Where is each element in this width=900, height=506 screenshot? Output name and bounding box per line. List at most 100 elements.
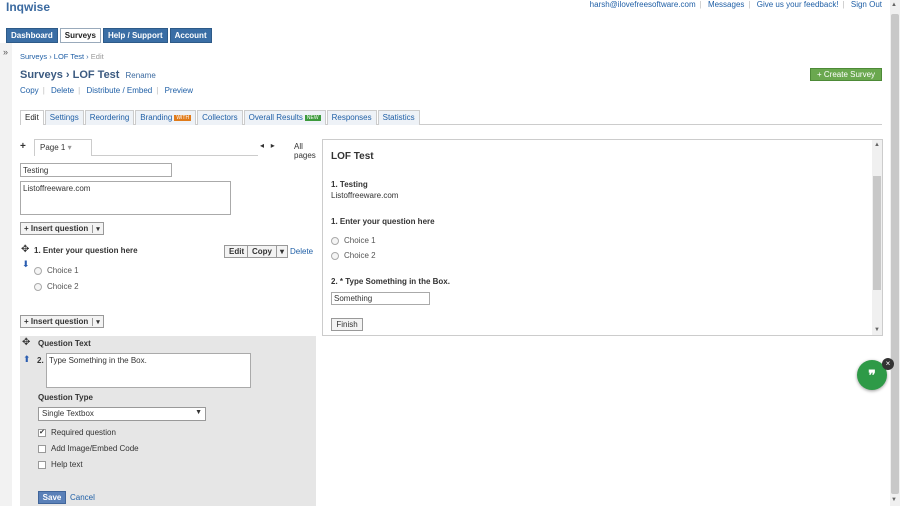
- rename-link[interactable]: Rename: [126, 71, 156, 80]
- insert-question-label: + Insert question: [24, 224, 89, 233]
- required-question-option[interactable]: ✔ Required question: [38, 428, 116, 437]
- insert-question-dropdown-icon[interactable]: ▾: [92, 225, 100, 233]
- tab-responses[interactable]: Responses: [326, 110, 377, 125]
- scroll-down-icon[interactable]: ▼: [874, 327, 880, 333]
- finish-button[interactable]: Finish: [331, 318, 363, 331]
- page-description-input[interactable]: Listoffreeware.com: [20, 181, 231, 215]
- move-icon[interactable]: ✥: [21, 244, 29, 255]
- insert-question-label: + Insert question: [24, 317, 89, 326]
- new-badge: NEW: [304, 114, 321, 121]
- collapse-icon[interactable]: »: [3, 47, 8, 57]
- required-question-label: Required question: [51, 428, 116, 437]
- radio-icon[interactable]: [331, 236, 339, 245]
- tab-branding[interactable]: Branding WITH: [135, 110, 197, 125]
- question-type-select[interactable]: Single Textbox ▼: [38, 407, 206, 421]
- arrow-down-icon[interactable]: ⬇: [22, 259, 30, 270]
- delete-question-link[interactable]: Delete: [290, 247, 313, 256]
- main-nav: Dashboard Surveys Help / Support Account: [6, 28, 214, 43]
- close-icon[interactable]: ×: [882, 358, 894, 370]
- checkbox-icon[interactable]: [38, 460, 46, 469]
- sign-out-link[interactable]: Sign Out: [851, 0, 882, 9]
- scroll-up-icon[interactable]: ▲: [891, 2, 897, 8]
- move-icon[interactable]: ✥: [22, 337, 30, 348]
- page-nav-arrows: ◂ ▸: [260, 141, 275, 150]
- nav-tab-dashboard[interactable]: Dashboard: [6, 28, 58, 43]
- all-pages-link[interactable]: All pages: [294, 142, 316, 160]
- prev-page-icon[interactable]: ◂: [260, 141, 264, 150]
- question-text-input[interactable]: Type Something in the Box.: [46, 353, 251, 388]
- tab-overall-results-label: Overall Results: [248, 113, 303, 122]
- tab-overall-results[interactable]: Overall Results NEW: [243, 110, 326, 125]
- checkbox-checked-icon[interactable]: ✔: [38, 428, 46, 437]
- choice-item: Choice 2: [34, 282, 79, 291]
- choice-label: Choice 2: [47, 282, 79, 291]
- breadcrumb-sep: ›: [49, 52, 52, 61]
- arrow-up-icon[interactable]: ⬆: [23, 354, 31, 365]
- separator: |: [78, 86, 81, 95]
- messages-link[interactable]: Messages: [708, 0, 744, 9]
- preview-link[interactable]: Preview: [165, 86, 193, 95]
- breadcrumb: Surveys › LOF Test › Edit: [20, 52, 104, 61]
- feedback-link[interactable]: Give us your feedback!: [757, 0, 839, 9]
- logo[interactable]: Inqwise: [6, 0, 50, 14]
- preview-choice-label: Choice 1: [344, 236, 376, 245]
- insert-question-button[interactable]: + Insert question ▾: [20, 315, 104, 328]
- radio-icon[interactable]: [34, 282, 42, 291]
- distribute-embed-link[interactable]: Distribute / Embed: [86, 86, 152, 95]
- preview-q1-subtitle: Listoffreeware.com: [331, 191, 399, 200]
- scroll-up-icon[interactable]: ▲: [874, 142, 880, 148]
- page-title-input[interactable]: [20, 163, 172, 177]
- title-prefix: Surveys: [20, 69, 63, 81]
- breadcrumb-surveys[interactable]: Surveys: [20, 52, 47, 61]
- tab-settings[interactable]: Settings: [44, 110, 84, 125]
- radio-icon[interactable]: [34, 266, 42, 275]
- collapse-strip[interactable]: [0, 43, 12, 506]
- add-image-option[interactable]: Add Image/Embed Code: [38, 444, 139, 453]
- next-page-icon[interactable]: ▸: [271, 141, 275, 150]
- create-survey-button[interactable]: + Create Survey: [810, 68, 882, 81]
- save-button[interactable]: Save: [38, 491, 66, 504]
- cancel-link[interactable]: Cancel: [70, 493, 95, 502]
- checkbox-icon[interactable]: [38, 444, 46, 453]
- copy-link[interactable]: Copy: [20, 86, 39, 95]
- with-badge: WITH: [174, 114, 192, 121]
- question-text-label: Question Text: [38, 339, 91, 348]
- tab-collectors[interactable]: Collectors: [197, 110, 243, 125]
- page-tab[interactable]: Page 1 ▾: [34, 139, 92, 156]
- add-page-icon[interactable]: +: [20, 141, 26, 152]
- preview-textbox[interactable]: [331, 292, 430, 305]
- preview-q1-title: 1. Testing: [331, 180, 368, 189]
- title-arrow: ›: [65, 69, 70, 81]
- nav-tab-help-support[interactable]: Help / Support: [102, 28, 168, 43]
- preview-title: LOF Test: [331, 151, 374, 162]
- preview-choice-label: Choice 2: [344, 251, 376, 260]
- delete-link[interactable]: Delete: [51, 86, 74, 95]
- page-title: Surveys › LOF Test Rename: [20, 69, 156, 81]
- tab-reordering[interactable]: Reordering: [84, 110, 135, 125]
- help-text-label: Help text: [51, 460, 83, 469]
- choice-label: Choice 1: [47, 266, 79, 275]
- page-scrollbar-thumb[interactable]: [891, 14, 899, 494]
- scroll-down-icon[interactable]: ▼: [891, 497, 897, 503]
- preview-scrollbar-thumb[interactable]: [873, 176, 881, 290]
- nav-tab-account[interactable]: Account: [169, 28, 212, 43]
- breadcrumb-survey[interactable]: LOF Test: [54, 52, 84, 61]
- copy-question-button[interactable]: Copy: [247, 245, 277, 258]
- insert-question-dropdown-icon[interactable]: ▾: [92, 318, 100, 326]
- question-options-dropdown-icon[interactable]: ▾: [276, 245, 289, 258]
- page-tab-dropdown-icon[interactable]: ▾: [68, 143, 72, 152]
- user-email-link[interactable]: harsh@ilovefreesoftware.com: [590, 0, 696, 9]
- preview-q2-title: 1. Enter your question here: [331, 217, 435, 226]
- separator: |: [842, 0, 845, 9]
- help-text-option[interactable]: Help text: [38, 460, 83, 469]
- page-tab-label: Page 1: [40, 143, 66, 152]
- edit-question-button[interactable]: Edit: [224, 245, 250, 258]
- insert-question-button[interactable]: + Insert question ▾: [20, 222, 104, 235]
- preview-choice: Choice 2: [331, 251, 376, 260]
- nav-tab-surveys[interactable]: Surveys: [59, 28, 101, 43]
- tab-branding-label: Branding: [140, 113, 173, 122]
- radio-icon[interactable]: [331, 251, 339, 260]
- tab-edit[interactable]: Edit: [20, 110, 44, 125]
- tab-statistics[interactable]: Statistics: [377, 110, 420, 125]
- preview-q3-title: 2. * Type Something in the Box.: [331, 277, 450, 286]
